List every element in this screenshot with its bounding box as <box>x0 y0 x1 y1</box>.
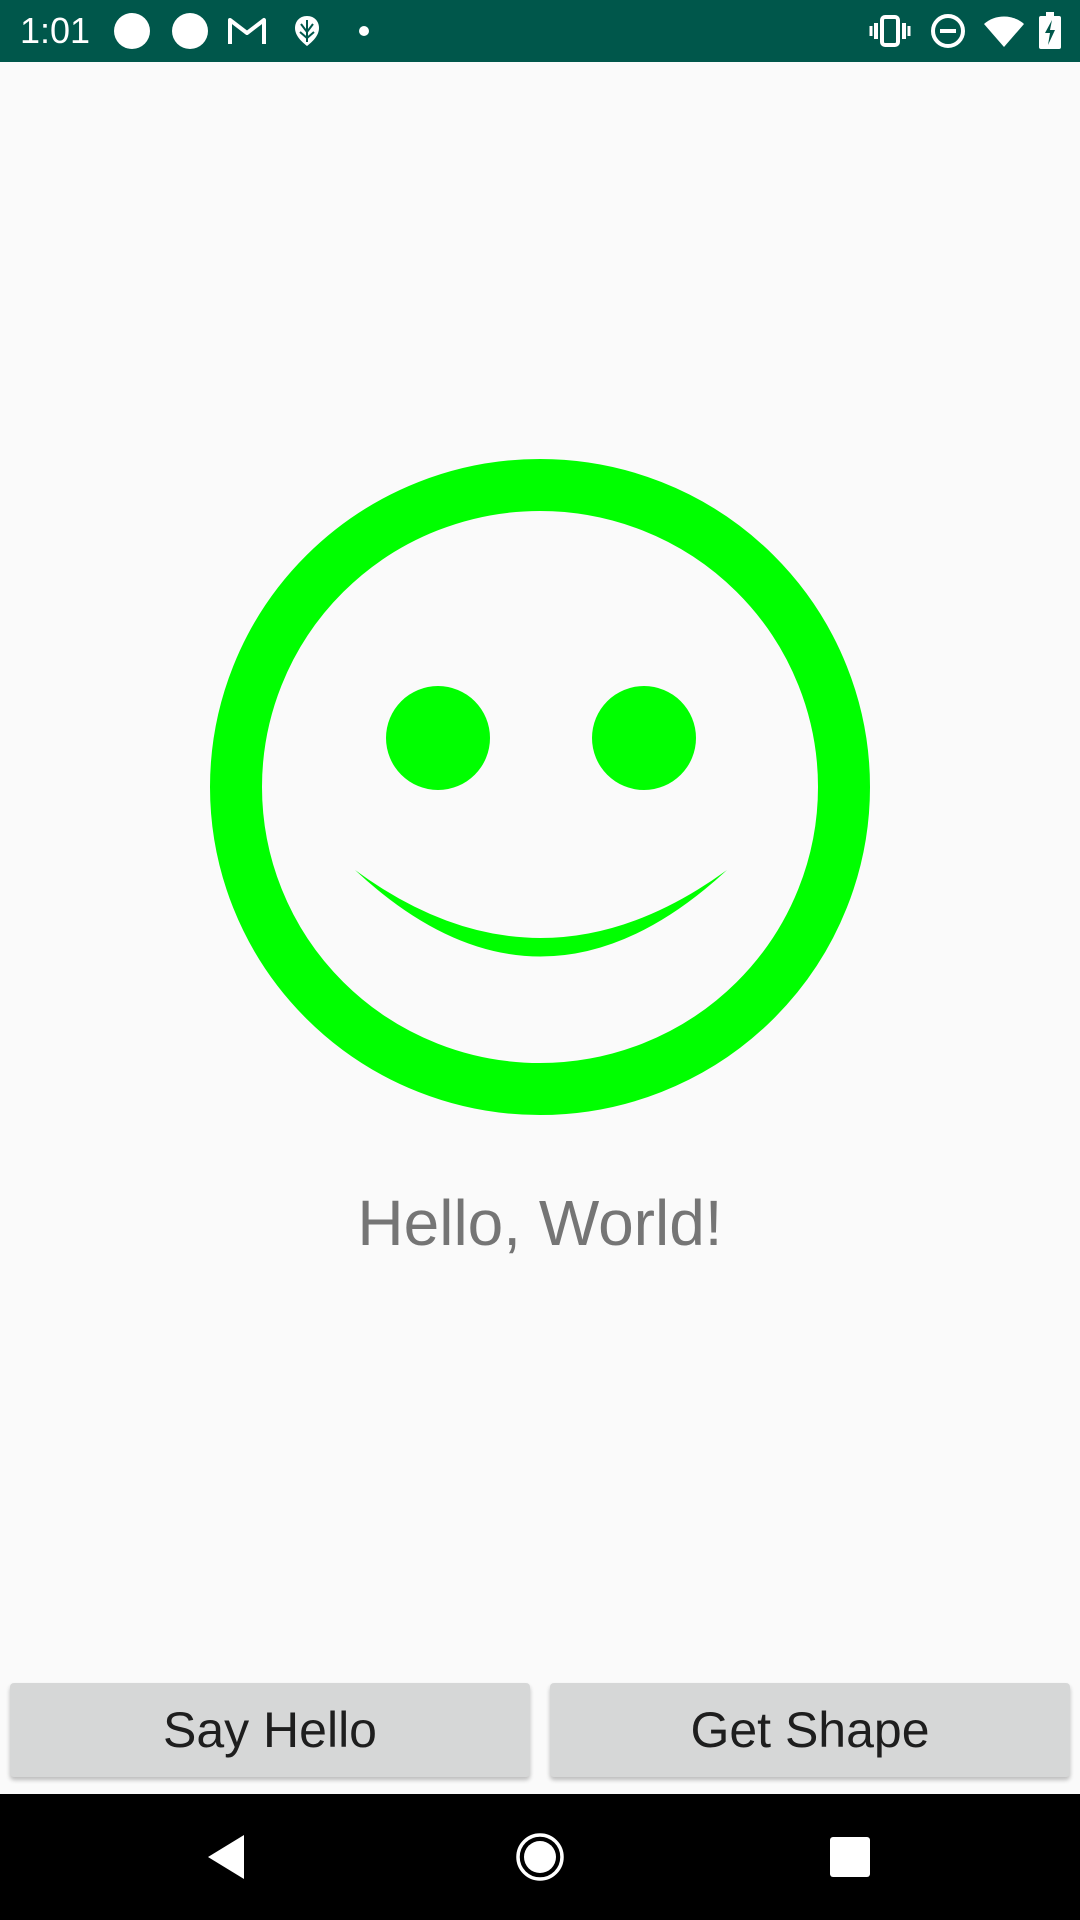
get-shape-button[interactable]: Get Shape <box>550 1683 1070 1777</box>
status-time: 1:01 <box>20 10 91 51</box>
smiley-face-icon <box>210 459 870 1115</box>
back-icon[interactable] <box>166 1794 286 1920</box>
circle-notification-icon <box>170 0 210 62</box>
do-not-disturb-icon <box>928 0 968 62</box>
gmail-icon <box>226 0 268 62</box>
circle-notification-icon <box>112 0 152 62</box>
vibrate-icon <box>868 0 912 62</box>
wifi-icon <box>982 0 1026 62</box>
more-dot-icon <box>354 0 374 62</box>
navigation-bar <box>0 1794 1080 1920</box>
hello-message: Hello, World! <box>357 1187 723 1259</box>
app-screen: 1:01 Hello, World! Say Hello Get Shape <box>0 0 1080 1920</box>
app-notification-icon <box>290 0 324 62</box>
home-icon[interactable] <box>480 1794 600 1920</box>
recents-icon[interactable] <box>790 1794 910 1920</box>
say-hello-button[interactable]: Say Hello <box>10 1683 530 1777</box>
status-bar: 1:01 <box>0 0 1080 62</box>
battery-charging-icon <box>1036 0 1064 62</box>
